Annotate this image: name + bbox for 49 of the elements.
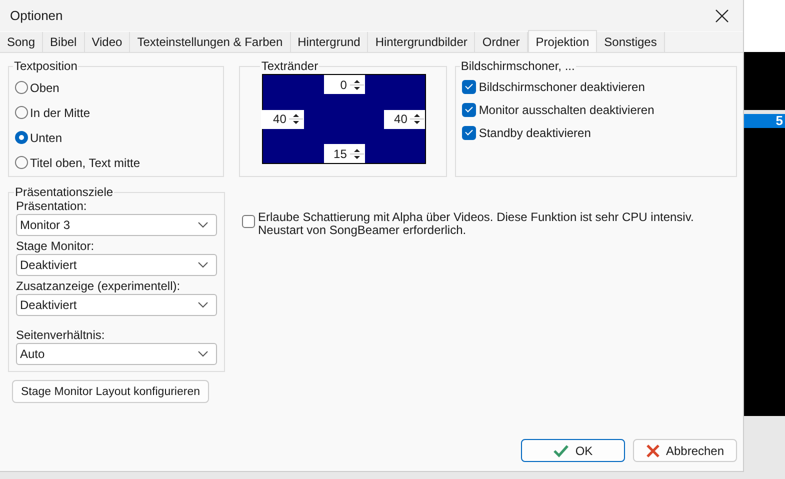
spin-field[interactable]: 40 [261,110,304,128]
close-icon[interactable] [715,8,729,22]
radio-button[interactable] [15,106,28,119]
checkbox-label: Erlaube Schattierung mit Alpha über Videos. Diese Funktion ist sehr CPU intensiv. Neustart von SongBeamer erforderlich. [258,211,695,237]
checkbox[interactable] [462,102,476,116]
group-title: Textposition [13,59,78,73]
dropdown[interactable]: Deaktiviert [16,294,217,316]
tab[interactable]: Projektion [528,30,598,52]
ok-button[interactable]: OK [521,439,625,462]
checkbox[interactable] [462,80,476,94]
window-title: Optionen [10,8,63,23]
field-label: Stage Monitor: [16,239,96,254]
selected-row[interactable]: 5 [744,114,785,128]
chevron-down-icon [198,222,208,228]
radio-label: Titel oben, Text mitte [30,156,140,170]
spin-field[interactable]: 0 [324,75,365,94]
checkbox[interactable] [462,126,476,140]
spin-arrows-icon[interactable] [409,111,426,127]
radio-label: Unten [30,130,62,144]
chevron-down-icon [198,351,208,357]
radio-button[interactable] [15,131,28,144]
group-title: Präsentationsziele [14,185,114,199]
radio-label: Oben [30,80,60,94]
checkbox-label: Monitor ausschalten deaktivieren [478,102,654,116]
dropdown[interactable]: Monitor 3 [16,214,217,236]
tab[interactable]: Hintergrund [290,32,368,52]
radio-label: In der Mitte [30,106,90,120]
group-title: Textränder [260,59,320,73]
tab[interactable]: Video [84,32,130,52]
field-label: Zusatzanzeige (experimentell): [16,279,182,294]
field-label: Seitenverhältnis: [16,328,106,343]
spin-field[interactable]: 40 [384,110,426,128]
checkbox-label: Standby deaktivieren [478,126,591,140]
chevron-down-icon [198,262,208,268]
spin-field[interactable]: 15 [324,144,365,163]
chevron-down-icon [198,302,208,308]
field-label: Präsentation: [16,199,88,214]
radio-button[interactable] [15,156,28,169]
stage-layout-button[interactable]: Stage Monitor Layout konfigurieren [12,380,209,403]
checkbox[interactable] [242,215,255,228]
cancel-button[interactable]: Abbrechen [633,439,737,462]
cross-icon [646,444,660,458]
spin-arrows-icon[interactable] [288,111,304,127]
dropdown[interactable]: Deaktiviert [16,254,217,276]
dropdown[interactable]: Auto [16,343,217,365]
checkbox-label: Bildschirmschoner deaktivieren [478,80,645,94]
checkmark-icon [553,444,570,458]
group-title: Bildschirmschoner, ... [460,59,576,73]
radio-button[interactable] [15,81,28,94]
